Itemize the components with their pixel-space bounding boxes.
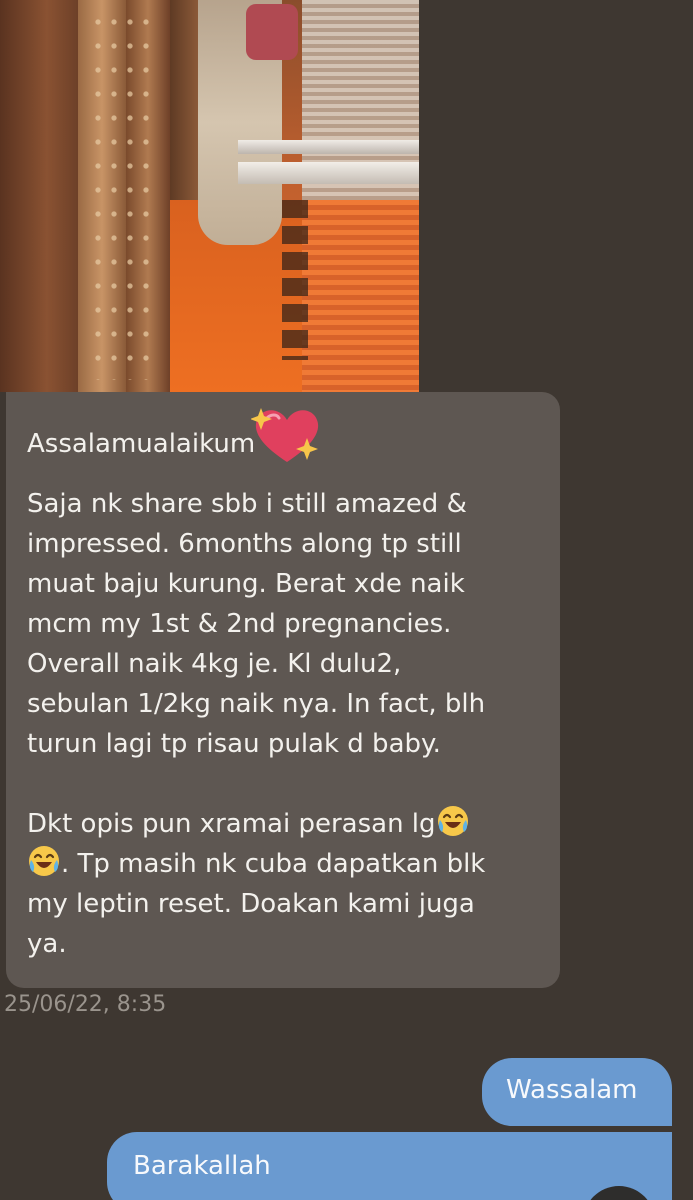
message-line: mcm my 1st & 2nd pregnancies. [27,609,452,639]
photo-handrail [238,140,419,154]
photo-floor-lettering [282,200,308,360]
message-line: ya. [27,929,67,959]
message-line: impressed. 6months along tp still [27,529,462,559]
message-line-with-emoji: Dkt opis pun xramai perasan lg [27,804,540,844]
outgoing-message-bubble[interactable]: Wassalam [482,1058,672,1126]
outgoing-message-text: Wassalam [506,1075,638,1105]
message-line: Overall naik 4kg je. Kl dulu2, [27,649,402,679]
photo-handbag [246,4,298,60]
message-line: sebulan 1/2kg naik nya. In fact, blh [27,689,486,719]
message-line: Saja nk share sbb i still amazed & [27,489,467,519]
message-line: muat baju kurung. Berat xde naik [27,569,465,599]
outgoing-message-bubble[interactable]: Barakallah [107,1132,672,1200]
message-line-with-emoji: . Tp masih nk cuba dapatkan blk [27,844,540,884]
sparkling-heart-icon [251,408,323,466]
message-text: . Tp masih nk cuba dapatkan blk [61,849,486,879]
message-line: turun lagi tp risau pulak d baby. [27,729,441,759]
photo-handrail [238,162,419,184]
photo-attachment[interactable] [0,0,419,392]
chat-screen: Assalamualaikum Saja nk share sbb i stil… [0,0,693,1200]
message-line: my leptin reset. Doakan kami juga [27,889,475,919]
outgoing-message-text: Barakallah [133,1151,271,1181]
message-greeting: Assalamualaikum [27,429,256,459]
photo-glass-reflection [302,200,419,392]
photo-elevator-door [0,0,78,392]
message-timestamp: 25/06/22, 8:35 [4,992,167,1017]
face-with-tears-of-joy-icon [437,806,468,836]
incoming-message-bubble[interactable]: Assalamualaikum Saja nk share sbb i stil… [6,392,560,988]
message-text: Dkt opis pun xramai perasan lg [27,809,436,839]
face-with-tears-of-joy-icon [29,846,59,876]
photo-panel-dots [90,10,150,380]
message-greeting-line: Assalamualaikum [27,408,540,466]
